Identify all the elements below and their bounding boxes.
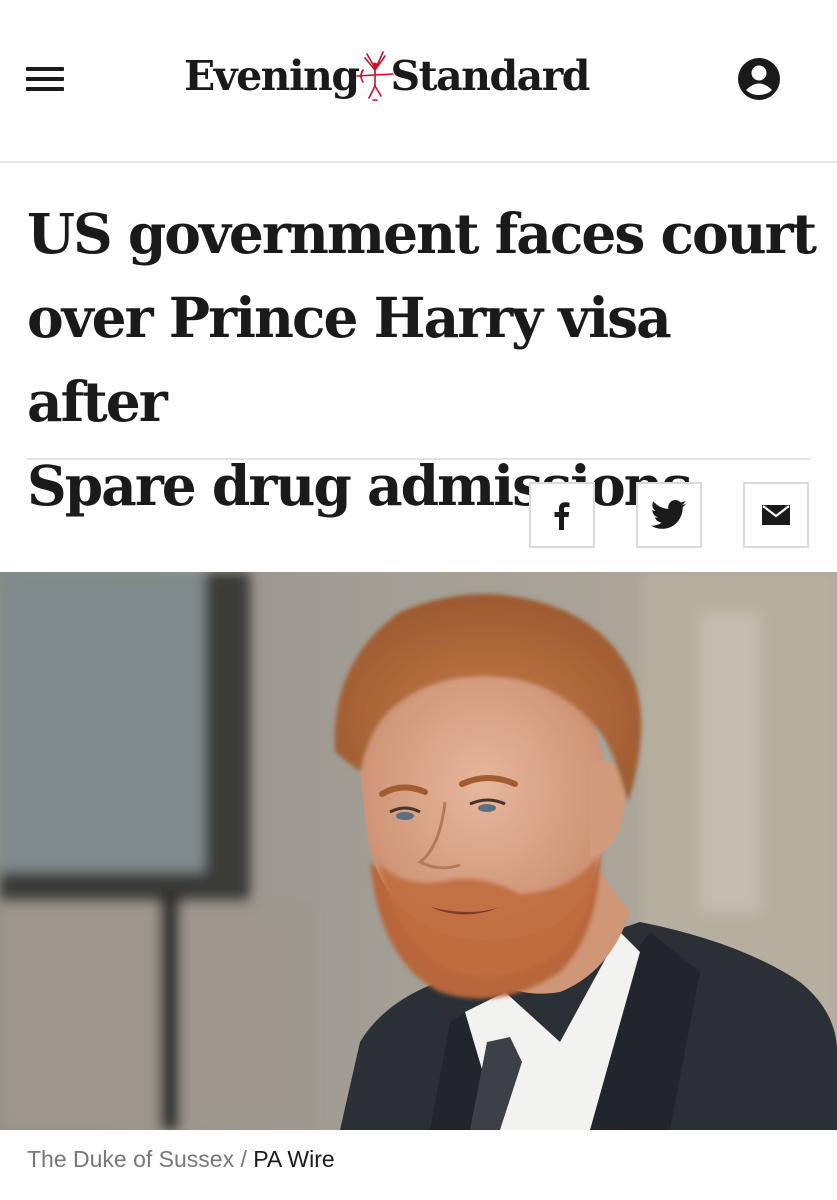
share-facebook-button[interactable]	[529, 482, 595, 548]
email-icon	[762, 505, 790, 525]
hamburger-menu-icon[interactable]	[22, 58, 68, 98]
evening-standard-logo[interactable]: Evening Standard	[184, 46, 591, 106]
share-email-button[interactable]	[743, 482, 809, 548]
headline-line: over Prince Harry visa after	[27, 285, 672, 434]
logo-word-standard: Standard	[390, 51, 591, 100]
photo-credit: PA Wire	[253, 1146, 335, 1172]
menu-bar	[26, 67, 64, 71]
photo-caption: The Duke of Sussex / PA Wire	[27, 1146, 335, 1173]
menu-bar	[26, 87, 64, 91]
site-header: Evening Standard	[0, 0, 837, 163]
menu-bar	[26, 77, 64, 81]
caption-separator: /	[234, 1146, 254, 1172]
facebook-icon	[554, 502, 570, 530]
article-photo	[0, 572, 837, 1130]
user-account-icon[interactable]	[737, 57, 781, 101]
share-twitter-button[interactable]	[636, 482, 702, 548]
caption-text: The Duke of Sussex	[27, 1146, 235, 1172]
article-headline: US government faces court over Prince Ha…	[27, 192, 817, 528]
twitter-icon	[651, 500, 687, 529]
logo-word-evening: Evening	[184, 51, 360, 100]
eros-emblem-icon	[355, 48, 395, 104]
headline-divider	[27, 458, 811, 460]
headline-line: US government faces court	[27, 201, 817, 266]
